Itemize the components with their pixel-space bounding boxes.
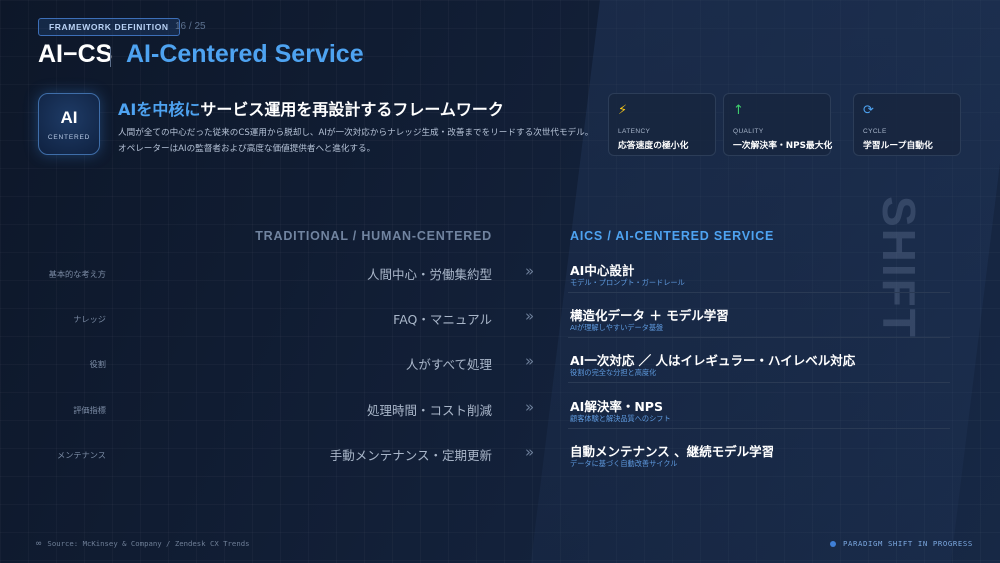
status-text: PARADIGM SHIFT IN PROGRESS bbox=[843, 539, 973, 548]
row-category: メンテナンス bbox=[57, 450, 106, 460]
row-traditional: 処理時間・コスト削減 bbox=[366, 403, 492, 418]
row-traditional: 人間中心・労働集約型 bbox=[366, 267, 492, 282]
metric-value: 一次解決率・NPS最大化 bbox=[733, 141, 833, 151]
section-badge: FRAMEWORK DEFINITION bbox=[38, 18, 180, 36]
refresh-icon: ⟳ bbox=[863, 103, 874, 118]
metric-label: CYCLE bbox=[863, 128, 887, 135]
chevron-right-icon: » bbox=[525, 443, 535, 461]
row-ai-main: 構造化データ ＋ モデル学習 bbox=[570, 308, 729, 323]
comparison-row: 役割 人がすべて処理 » AI一次対応 ／ 人はイレギュラー・ハイレベル対応 役… bbox=[0, 352, 1000, 403]
row-category: 役割 bbox=[89, 359, 106, 369]
comparison-row: 基本的な考え方 人間中心・労働集約型 » AI中心設計 モデル・プロンプト・ガー… bbox=[0, 262, 1000, 313]
row-ai-sub: AIが理解しやすいデータ基盤 bbox=[570, 323, 664, 332]
chevron-right-icon: » bbox=[525, 262, 535, 280]
traditional-column-header: TRADITIONAL / HUMAN-CENTERED bbox=[255, 229, 492, 243]
row-category: 基本的な考え方 bbox=[48, 269, 106, 279]
ai-card-caption: CENTERED bbox=[47, 134, 91, 141]
row-category: ナレッジ bbox=[73, 314, 106, 324]
comparison-row: 評価指標 処理時間・コスト削減 » AI解決率・NPS 顧客体験と解決品質へのシ… bbox=[0, 398, 1000, 449]
metric-label: LATENCY bbox=[618, 128, 651, 135]
ai-centered-icon-card: AI CENTERED bbox=[38, 93, 100, 155]
headline-rest: サービス運用を再設計するフレームワーク bbox=[200, 100, 504, 119]
metric-value: 応答速度の極小化 bbox=[618, 141, 689, 151]
row-ai-sub: 顧客体験と解決品質へのシフト bbox=[570, 414, 671, 423]
row-ai-main: 自動メンテナンス 、継続モデル学習 bbox=[570, 444, 775, 459]
metric-card-latency: ⚡ LATENCY 応答速度の極小化 bbox=[608, 93, 716, 156]
row-divider bbox=[568, 337, 950, 338]
page-title: AI−CS bbox=[38, 40, 113, 68]
metric-card-cycle: ⟳ CYCLE 学習ループ自動化 bbox=[853, 93, 961, 156]
page-number: 16 / 25 bbox=[175, 21, 206, 32]
metric-card-quality: ↑ QUALITY 一次解決率・NPS最大化 bbox=[723, 93, 833, 156]
intro-headline: AIを中核にサービス運用を再設計するフレームワーク bbox=[118, 96, 504, 120]
row-ai-main: AI中心設計 bbox=[570, 263, 635, 278]
chevron-right-icon: » bbox=[525, 398, 535, 416]
status-footer: PARADIGM SHIFT IN PROGRESS bbox=[830, 539, 973, 548]
row-ai-sub: 役割の完全な分担と高度化 bbox=[570, 368, 657, 377]
chevron-right-icon: » bbox=[525, 352, 535, 370]
lightning-icon: ⚡ bbox=[618, 103, 628, 118]
aics-column-header: AICS / AI-CENTERED SERVICE bbox=[570, 229, 775, 243]
row-ai-main: AI一次対応 ／ 人はイレギュラー・ハイレベル対応 bbox=[570, 353, 856, 368]
source-text: Source: McKinsey & Company / Zendesk CX … bbox=[47, 539, 250, 548]
slide: FRAMEWORK DEFINITION 16 / 25 AI−CS AI-Ce… bbox=[0, 0, 1000, 563]
metric-label: QUALITY bbox=[733, 128, 764, 135]
row-divider bbox=[568, 382, 950, 383]
source-footer: ∞ Source: McKinsey & Company / Zendesk CX… bbox=[36, 539, 250, 549]
headline-highlight: AIを中核に bbox=[118, 100, 201, 119]
row-ai-sub: データに基づく自動改善サイクル bbox=[570, 459, 678, 468]
row-traditional: 人がすべて処理 bbox=[405, 357, 492, 372]
status-dot-icon bbox=[830, 541, 836, 547]
row-divider bbox=[568, 292, 950, 293]
metric-value: 学習ループ自動化 bbox=[863, 141, 933, 151]
comparison-row: メンテナンス 手動メンテナンス・定期更新 » 自動メンテナンス 、継続モデル学習… bbox=[0, 443, 1000, 494]
link-icon: ∞ bbox=[36, 539, 42, 549]
row-divider bbox=[568, 428, 950, 429]
page-subtitle: AI-Centered Service bbox=[126, 40, 364, 68]
row-ai-main: AI解決率・NPS bbox=[570, 399, 663, 414]
row-ai-sub: モデル・プロンプト・ガードレール bbox=[570, 278, 685, 287]
intro-description: 人間が全ての中心だった従来のCS運用から脱却し、AIが一次対応からナレッジ生成・… bbox=[118, 128, 594, 154]
row-category: 評価指標 bbox=[73, 405, 106, 415]
row-traditional: 手動メンテナンス・定期更新 bbox=[329, 448, 492, 463]
arrow-up-icon: ↑ bbox=[733, 103, 744, 118]
ai-card-title: AI bbox=[60, 108, 78, 127]
title-divider bbox=[110, 47, 111, 67]
chevron-right-icon: » bbox=[525, 307, 535, 325]
row-traditional: FAQ・マニュアル bbox=[393, 312, 492, 327]
